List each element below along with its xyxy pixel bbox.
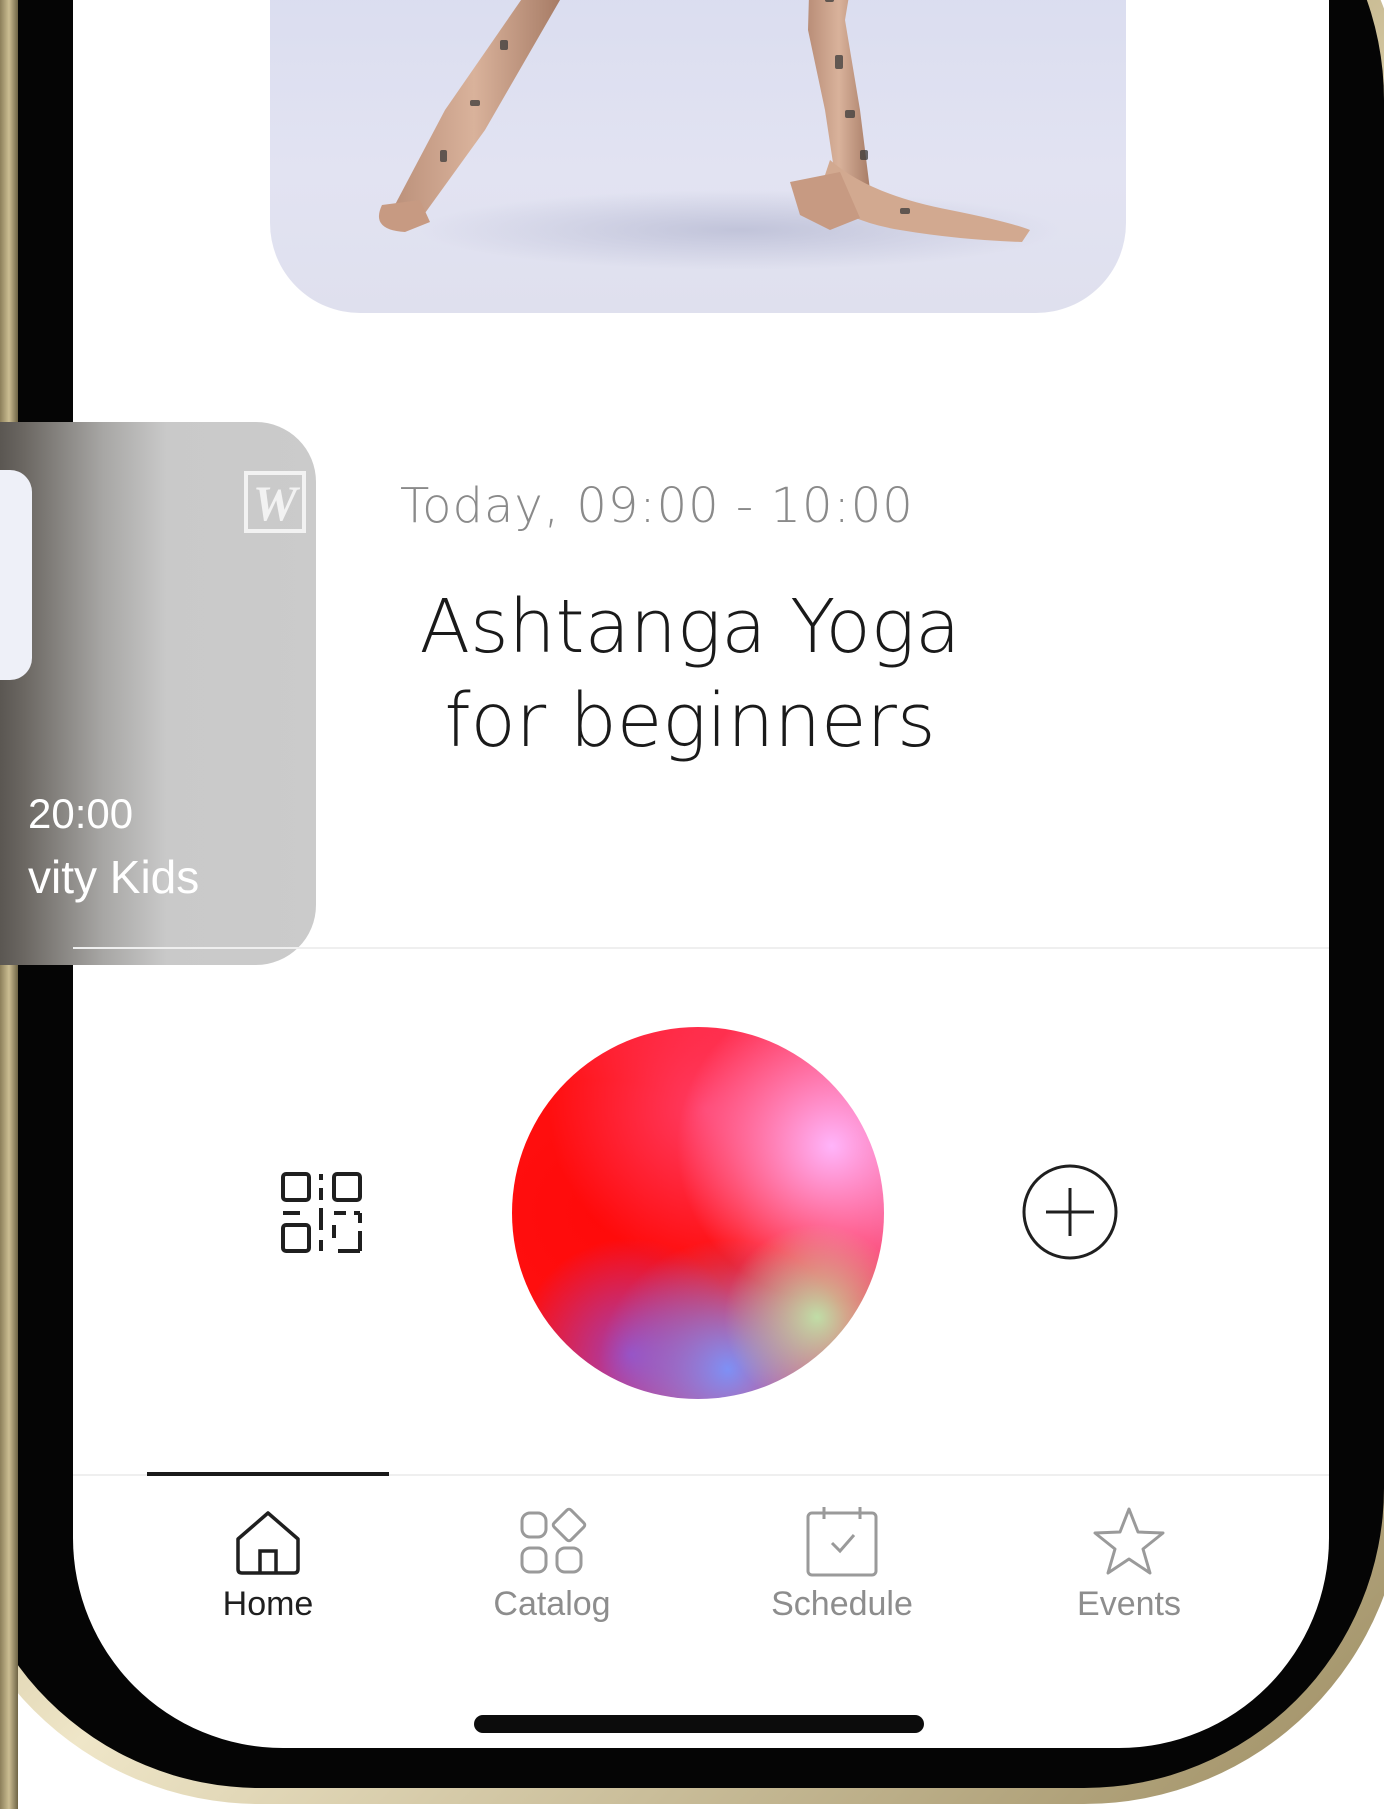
add-button[interactable]	[1021, 1163, 1119, 1261]
catalog-icon	[520, 1507, 587, 1574]
plus-circle-icon	[1022, 1164, 1118, 1260]
hero-photo[interactable]	[270, 0, 1126, 313]
class-title: Ashtanga Yoga for beginners	[380, 580, 1000, 768]
svg-text:W: W	[253, 475, 301, 531]
card-title: vity Kids	[28, 851, 200, 903]
tab-home-label: Home	[222, 1585, 314, 1623]
tab-schedule-label: Schedule	[771, 1585, 913, 1623]
tab-home[interactable]: Home	[158, 1505, 378, 1635]
section-divider	[73, 947, 1329, 949]
tab-events[interactable]: Events	[1019, 1505, 1239, 1635]
home-icon	[236, 1511, 300, 1575]
w-brand-logo: W	[243, 470, 307, 538]
tab-events-label: Events	[1077, 1585, 1181, 1623]
class-time: Today, 09:00 - 10:00	[400, 478, 914, 534]
star-icon	[1093, 1507, 1165, 1575]
calendar-icon	[806, 1507, 878, 1577]
tab-schedule[interactable]: Schedule	[732, 1505, 952, 1635]
qr-code-icon	[281, 1172, 362, 1253]
yoga-pose-photo	[378, 0, 1060, 270]
tab-catalog[interactable]: Catalog	[442, 1505, 662, 1635]
class-title-line-1: Ashtanga Yoga	[419, 584, 961, 670]
active-tab-indicator	[147, 1472, 389, 1476]
class-title-line-2: for beginners	[444, 678, 936, 764]
card-time: 20:00	[28, 790, 134, 837]
card-thumbnail	[0, 470, 32, 680]
app-screen: W 20:00 vity Kids Today, 09:00 - 10:00 A…	[0, 0, 1384, 1809]
gradient-orb[interactable]	[512, 1027, 884, 1399]
tab-catalog-label: Catalog	[493, 1585, 611, 1623]
home-indicator[interactable]	[474, 1715, 924, 1733]
qr-scan-button[interactable]	[278, 1168, 368, 1258]
